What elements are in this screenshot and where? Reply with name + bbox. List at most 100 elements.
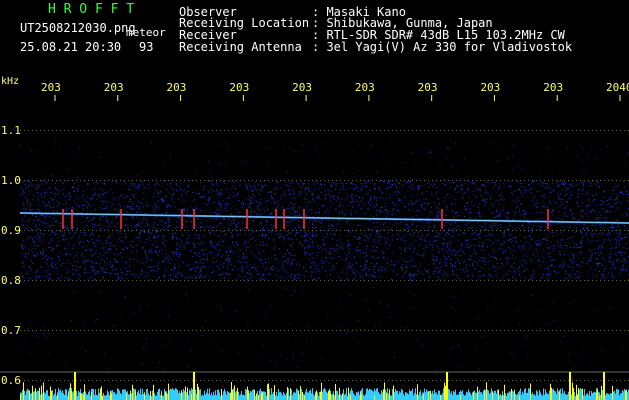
y-grid-dot [316, 130, 317, 131]
y-grid-dot [32, 130, 33, 131]
y-grid-dot [528, 380, 529, 381]
y-grid-dot [100, 230, 101, 231]
y-grid-dot [176, 280, 177, 281]
y-grid-dot [324, 230, 325, 231]
y-grid-dot [304, 230, 305, 231]
y-grid-dot [304, 180, 305, 181]
y-grid-dot [192, 280, 193, 281]
y-grid-dot [104, 130, 105, 131]
y-grid-dot [500, 380, 501, 381]
y-grid-dot [56, 180, 57, 181]
y-grid-dot [96, 330, 97, 331]
y-grid-dot [44, 230, 45, 231]
y-grid-dot [464, 130, 465, 131]
y-grid-dot [76, 230, 77, 231]
y-grid-dot [428, 380, 429, 381]
level-spike [446, 372, 448, 400]
y-grid-dot [540, 380, 541, 381]
signal-level-strip [20, 382, 629, 400]
y-grid-dot [404, 380, 405, 381]
y-grid-dot [460, 380, 461, 381]
y-grid-dot [468, 330, 469, 331]
y-grid-dot [556, 180, 557, 181]
y-grid-dot [312, 130, 313, 131]
y-grid-dot [184, 280, 185, 281]
y-grid-dot [220, 380, 221, 381]
y-grid-dot [224, 380, 225, 381]
y-grid-dot [560, 330, 561, 331]
y-grid-dot [492, 280, 493, 281]
y-grid-dot [148, 380, 149, 381]
y-grid-dot [376, 180, 377, 181]
level-spike [74, 372, 76, 400]
y-grid-dot [52, 380, 53, 381]
y-grid-dot [268, 180, 269, 181]
y-grid-dot [272, 180, 273, 181]
y-grid-dot [624, 180, 625, 181]
y-grid-dot [132, 130, 133, 131]
y-grid-dot [604, 180, 605, 181]
y-grid-dot [244, 380, 245, 381]
y-grid-dot [40, 180, 41, 181]
y-grid-dot [196, 130, 197, 131]
y-grid-dot [548, 330, 549, 331]
y-grid-dot [292, 330, 293, 331]
y-grid-dot [256, 130, 257, 131]
y-grid-dot [472, 380, 473, 381]
y-grid-dot [568, 230, 569, 231]
y-grid-dot [608, 280, 609, 281]
y-grid-dot [392, 130, 393, 131]
y-grid-dot [344, 180, 345, 181]
y-grid-dot [284, 230, 285, 231]
y-grid-dot [140, 230, 141, 231]
y-grid-dot [508, 330, 509, 331]
y-grid-dot [364, 330, 365, 331]
y-grid-dot [236, 380, 237, 381]
y-grid-dot [244, 180, 245, 181]
y-grid-dot [160, 230, 161, 231]
y-grid-dot [516, 180, 517, 181]
y-grid-dot [96, 130, 97, 131]
y-grid-dot [512, 180, 513, 181]
y-grid-dot [340, 230, 341, 231]
y-grid-dot [496, 330, 497, 331]
y-tick-label: 1.0 [1, 174, 21, 187]
y-grid-dot [392, 330, 393, 331]
y-grid-dot [400, 130, 401, 131]
y-grid-dot [148, 330, 149, 331]
y-grid-dot [412, 380, 413, 381]
y-grid-dot [532, 330, 533, 331]
y-grid-dot [588, 380, 589, 381]
y-grid-dot [556, 280, 557, 281]
y-grid-dot [456, 130, 457, 131]
y-grid-dot [256, 330, 257, 331]
y-grid-dot [292, 230, 293, 231]
y-grid-dot [548, 180, 549, 181]
y-grid-dot [504, 180, 505, 181]
y-grid-dot [40, 380, 41, 381]
y-grid-dot [548, 230, 549, 231]
y-grid-dot [400, 230, 401, 231]
y-grid-dot [620, 330, 621, 331]
y-grid-dot [356, 380, 357, 381]
y-grid-dot [512, 280, 513, 281]
y-grid-dot [444, 380, 445, 381]
y-grid-dot [560, 230, 561, 231]
y-grid-dot [424, 380, 425, 381]
y-grid-dot [144, 330, 145, 331]
y-grid-dot [348, 280, 349, 281]
y-grid-dot [528, 330, 529, 331]
y-grid-dot [256, 280, 257, 281]
y-grid-dot [124, 130, 125, 131]
y-grid-dot [164, 230, 165, 231]
y-grid-dot [336, 280, 337, 281]
y-grid-dot [520, 180, 521, 181]
y-grid-dot [380, 230, 381, 231]
y-grid-dot [172, 280, 173, 281]
y-grid-dot [328, 280, 329, 281]
y-grid-dot [532, 180, 533, 181]
y-grid-dot [532, 380, 533, 381]
y-grid-dot [608, 130, 609, 131]
y-grid-dot [412, 130, 413, 131]
y-grid-dot [96, 180, 97, 181]
